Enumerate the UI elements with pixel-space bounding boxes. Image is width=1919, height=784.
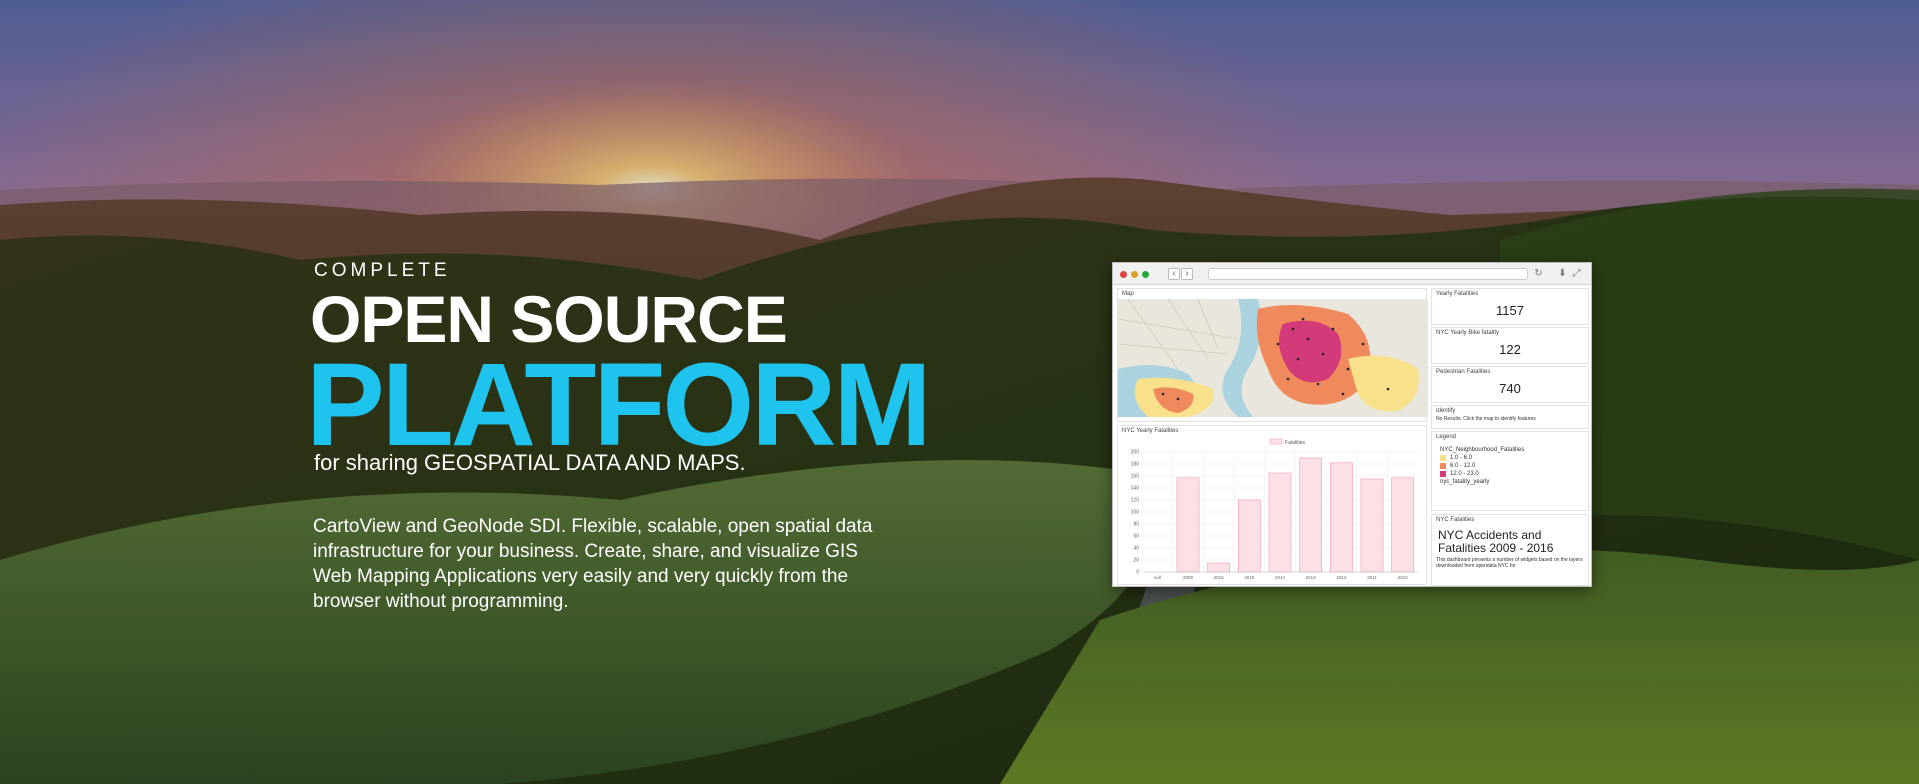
kpi-pedestrian-fatalities: Pedestrian Fatalities 740	[1431, 366, 1589, 403]
y-tick-label: 0	[1136, 570, 1139, 576]
legend-swatch	[1440, 463, 1446, 469]
y-tick-label: 100	[1131, 510, 1140, 516]
browser-toolbar: ‹ › ↻ ⬇ ⤢	[1113, 263, 1591, 285]
landscape-background	[0, 0, 1919, 784]
hero-description: CartoView and GeoNode SDI. Flexible, sca…	[313, 516, 873, 612]
bar	[1237, 499, 1261, 573]
kpi-label: NYC Yearly Bike fatality	[1436, 330, 1500, 336]
reload-icon: ↻	[1534, 268, 1543, 279]
y-tick-label: 160	[1131, 474, 1140, 480]
legend-layer-name: nyc_fatality_yearly	[1440, 479, 1490, 485]
forward-arrow-icon: ›	[1181, 268, 1193, 280]
back-arrow-icon: ‹	[1168, 268, 1180, 280]
map-view	[1118, 299, 1428, 417]
chart-legend-swatch	[1269, 438, 1283, 445]
bar-chart: Fatalities 0 20 40 60 80 100 120 140 160 180 200 nul…	[1131, 438, 1418, 580]
legend-item: 6.0 - 12.0	[1432, 462, 1588, 470]
bar	[1268, 472, 1292, 573]
kpi-bike-fatality: NYC Yearly Bike fatality 122	[1431, 327, 1589, 364]
legend-item-label: 1.0 - 6.0	[1450, 455, 1473, 461]
kpi-yearly-fatalities: Yearly Fatalities 1157	[1431, 288, 1589, 325]
y-tick-label: 40	[1133, 546, 1139, 552]
legend-layer-name: NYC_Neighbourhood_Fatalities	[1440, 447, 1525, 453]
legend-swatch	[1440, 471, 1446, 477]
legend-title: Legend	[1436, 434, 1457, 440]
identify-text: No Results. Click the map to identify fe…	[1436, 416, 1536, 422]
legend-item: 12.0 - 23.0	[1432, 470, 1588, 478]
kpi-value: 1157	[1496, 303, 1524, 318]
x-tick-label: 2016	[1214, 575, 1225, 580]
legend-swatch	[1440, 455, 1446, 461]
bar	[1176, 477, 1200, 573]
dashboard-screenshot: ‹ › ↻ ⬇ ⤢ Map NYC Yearly Fatalities Fata…	[1112, 262, 1592, 587]
bar	[1299, 457, 1323, 573]
y-tick-label: 200	[1131, 450, 1140, 456]
chart-legend-label: Fatalities	[1285, 440, 1306, 446]
legend-item: 1.0 - 6.0	[1432, 454, 1588, 462]
x-tick-label: 2013	[1306, 575, 1317, 580]
kpi-value: 740	[1499, 381, 1521, 396]
y-tick-label: 80	[1133, 522, 1139, 528]
x-tick-label: 2009	[1183, 575, 1194, 580]
kpi-label: Pedestrian Fatalities	[1436, 369, 1491, 375]
legend-panel: Legend NYC_Neighbourhood_Fatalities 1.0 …	[1431, 431, 1589, 511]
y-tick-label: 180	[1131, 462, 1140, 468]
legend-item-label: 12.0 - 23.0	[1450, 471, 1479, 477]
bar	[1329, 462, 1353, 573]
x-tick-label: 2015	[1244, 575, 1255, 580]
x-tick-label: 2014	[1275, 575, 1286, 580]
x-tick-label: 2011	[1367, 575, 1377, 580]
kpi-label: Yearly Fatalities	[1436, 291, 1479, 297]
y-tick-label: 140	[1131, 486, 1140, 492]
info-panel: NYC Fatalities NYC Accidents and Fatalit…	[1431, 514, 1589, 586]
minimize-dot-icon	[1131, 271, 1138, 278]
x-tick-label: 2012	[1336, 575, 1347, 580]
y-tick-label: 60	[1133, 534, 1139, 540]
kpi-value: 122	[1499, 342, 1521, 357]
bar	[1207, 562, 1231, 573]
address-bar	[1208, 268, 1528, 280]
bar	[1391, 477, 1415, 573]
maximize-dot-icon	[1142, 271, 1149, 278]
identify-panel: Identify No Results. Click the map to id…	[1431, 405, 1589, 429]
info-title: NYC Fatalities	[1436, 517, 1475, 523]
expand-icon: ⤢	[1572, 268, 1581, 279]
download-icon: ⬇	[1558, 268, 1567, 279]
chart-title: NYC Yearly Fatalities	[1122, 428, 1179, 434]
legend-item-label: 6.0 - 12.0	[1450, 463, 1476, 469]
map-title: Map	[1122, 291, 1134, 297]
y-tick-label: 20	[1133, 558, 1139, 564]
close-dot-icon	[1120, 271, 1127, 278]
chart-panel: NYC Yearly Fatalities Fatalities 0 20 40 60 8…	[1117, 425, 1427, 585]
x-tick-label: null	[1154, 575, 1161, 580]
map-panel: Map	[1117, 288, 1428, 422]
info-text: This dashboard presents a number of widg…	[1436, 557, 1583, 569]
hero-tagline: for sharing GEOSPATIAL DATA AND MAPS.	[314, 450, 746, 475]
x-tick-label: 2010	[1398, 575, 1409, 580]
info-heading: NYC Accidents and Fatalities 2009 - 2016	[1438, 528, 1554, 555]
y-tick-label: 120	[1131, 498, 1140, 504]
hero-headline-accent: PLATFORM	[306, 339, 932, 471]
hero-eyebrow: COMPLETE	[314, 260, 451, 281]
bar	[1360, 478, 1384, 573]
identify-title: Identify	[1436, 408, 1456, 414]
